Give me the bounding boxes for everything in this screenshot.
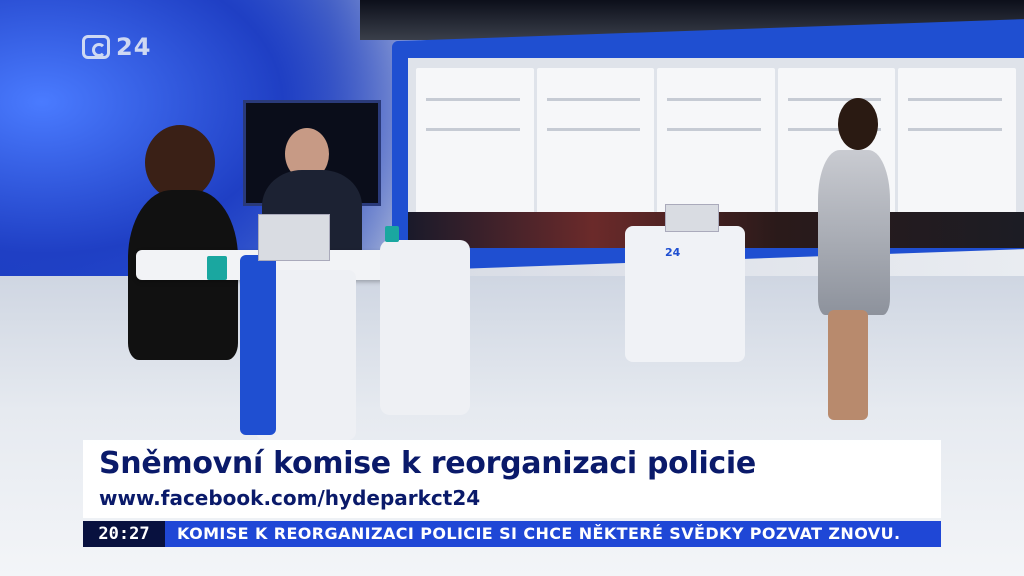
podium-laptop xyxy=(665,204,719,232)
subline-url: www.facebook.com/hydeparkct24 xyxy=(99,486,481,510)
presenter xyxy=(818,150,890,315)
presenter-legs xyxy=(828,310,868,420)
ct-logo-icon xyxy=(82,35,110,59)
headline: Sněmovní komise k reorganizaci policie xyxy=(99,446,756,481)
news-ticker: 20:27 KOMISE K REORGANIZACI POLICIE SI C… xyxy=(83,521,941,547)
lower-third: Sněmovní komise k reorganizaci policie w… xyxy=(83,440,941,518)
mug xyxy=(207,256,227,280)
channel-logo-text: 24 xyxy=(116,33,152,61)
guest-woman-head xyxy=(145,125,215,200)
presenter-head xyxy=(838,98,878,150)
ticker-text: KOMISE K REORGANIZACI POLICIE SI CHCE NĚ… xyxy=(165,521,941,547)
presenter-podium: 24 xyxy=(625,226,745,362)
desk-blue-stripe xyxy=(240,255,276,435)
channel-logo: 24 xyxy=(82,33,151,61)
desk-right-leg xyxy=(380,240,470,415)
laptop xyxy=(258,214,330,261)
podium-logo: 24 xyxy=(665,246,681,259)
ticker-clock: 20:27 xyxy=(83,521,165,547)
mug xyxy=(385,226,399,242)
